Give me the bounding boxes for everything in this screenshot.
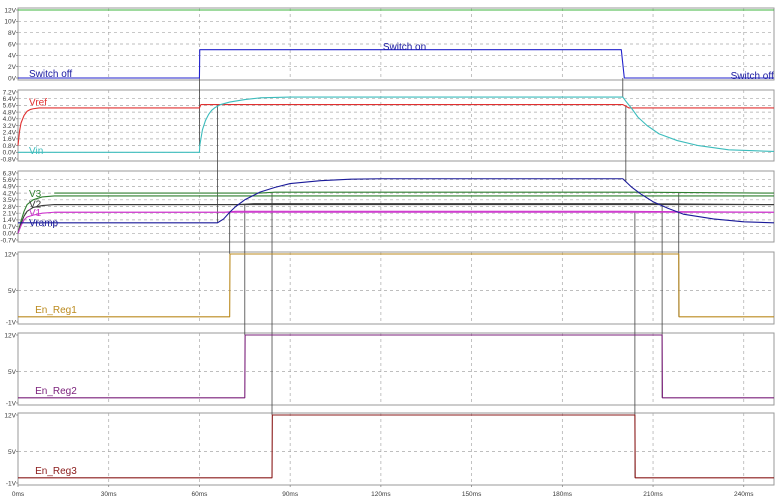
x-tick-label: 210ms [643,491,663,498]
x-tick-label: 90ms [282,491,299,498]
panel-frame-en1 [17,251,775,325]
y-tick-label-en2: 12V [4,332,16,339]
series-label: Switch off [731,71,774,82]
y-tick-label-en3: -1V [6,480,17,487]
x-tick-label: 180ms [553,491,573,498]
y-tick-label-vcc: 12V [4,7,16,14]
y-tick-label-en1: 12V [4,251,16,258]
y-tick-label-en1: -1V [6,319,17,326]
x-tick-label: 0ms [12,491,25,498]
y-tick-label-en1: 5V [8,288,17,295]
x-tick-label: 150ms [462,491,482,498]
x-tick-label: 60ms [191,491,208,498]
x-tick-label: 30ms [101,491,118,498]
y-tick-label-en3: 12V [4,412,16,419]
y-tick-label-vcc: 8V [8,30,17,37]
waveform-plot: 12V10V8V6V4V2V0V7.2V6.4V5.6V4.8V4.0V3.2V… [0,7,775,498]
panel-frame-en2 [17,332,775,406]
series-label: Vin [29,146,43,157]
series-label: Switch off [29,69,72,80]
series-label: V3 [29,189,42,200]
series-label: En_Reg1 [35,305,77,316]
x-tick-label: 120ms [371,491,391,498]
y-tick-label-vcc: 4V [8,53,17,60]
series-label: En_Reg2 [35,386,77,397]
series-label: En_Reg3 [35,466,77,477]
y-tick-label-vcc: 6V [8,41,17,48]
y-tick-label-en2: 5V [8,369,17,376]
series-label: Switch on [383,42,426,53]
y-tick-label-vcc: 2V [8,64,17,71]
x-tick-label: 240ms [734,491,754,498]
panel-frame-en3 [17,412,775,486]
y-tick-label-vcc: 0V [8,75,17,82]
y-tick-label-en2: -1V [6,400,17,407]
y-tick-label-en3: 5V [8,449,17,456]
series-label: Vramp [29,218,59,229]
y-tick-label-vcc: 10V [4,19,16,26]
series-label: Vref [29,98,47,109]
y-tick-label-vregs: -0.7V [0,237,16,244]
y-tick-label-vref: -0.8V [0,156,16,163]
